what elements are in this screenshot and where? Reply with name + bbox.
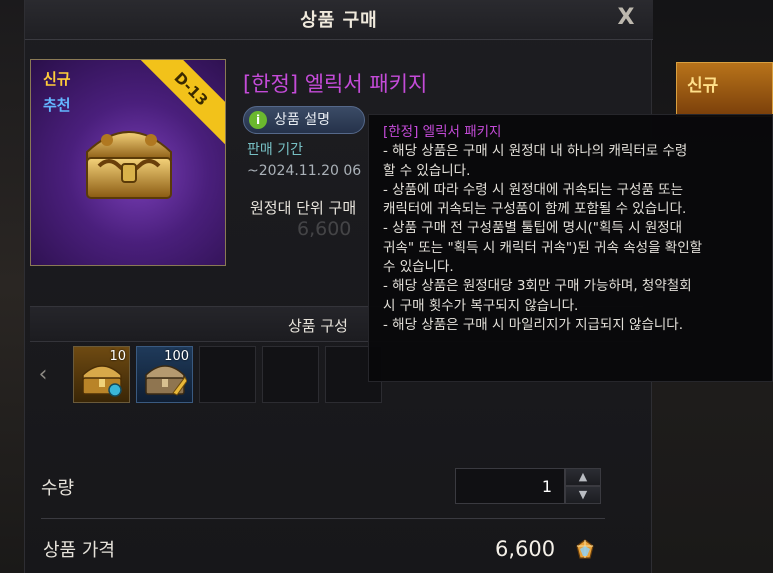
- tooltip-line: 수 있습니다.: [383, 259, 454, 276]
- price-label: 상품 가격: [43, 540, 115, 561]
- treasure-chest-with-horn-icon: [145, 365, 187, 396]
- tooltip-line: 할 수 있습니다.: [383, 162, 471, 179]
- sale-period-label: 판매 기간: [247, 142, 303, 158]
- recommended-badge: 추천: [43, 96, 71, 114]
- quantity-increase-button[interactable]: ▲: [565, 468, 601, 486]
- divider: [41, 518, 605, 519]
- background-product-card: 신규: [676, 62, 773, 117]
- composition-item-slot[interactable]: 10: [73, 346, 130, 403]
- background-card-badge: 신규: [687, 76, 719, 96]
- tooltip-title: [한정] 엘릭서 패키지: [383, 124, 502, 140]
- tooltip-line: - 해당 상품은 원정대당 3회만 구매 가능하며, 청약철회: [383, 278, 692, 295]
- product-description-label: 상품 설명: [274, 112, 330, 128]
- tooltip-line: 캐릭터에 귀속되는 구성품이 함께 포함될 수 있습니다.: [383, 201, 687, 218]
- quantity-label: 수량: [41, 478, 75, 499]
- price-value: 6,600: [495, 537, 556, 561]
- window-title: 상품 구매: [300, 10, 378, 31]
- crystal-icon: [576, 539, 594, 559]
- title-bar: 상품 구매 X: [25, 0, 653, 40]
- tooltip-line: 귀속" 또는 "획득 시 캐릭터 귀속")된 귀속 속성을 확인할: [383, 239, 703, 256]
- product-description-tooltip: [한정] 엘릭서 패키지 - 해당 상품은 구매 시 원정대 내 하나의 캐릭터…: [368, 114, 773, 382]
- treasure-chest-icon: [86, 131, 172, 199]
- prev-page-button[interactable]: ‹: [33, 362, 53, 388]
- new-badge: 신규: [43, 70, 71, 88]
- quantity-input[interactable]: [455, 468, 565, 504]
- product-image: D-13 신규 추천: [30, 59, 226, 266]
- close-button[interactable]: X: [613, 4, 639, 32]
- composition-item-slot[interactable]: 100: [136, 346, 193, 403]
- purchase-limit-text: 원정대 단위 구매: [250, 199, 357, 217]
- tooltip-line: - 상품 구매 전 구성품별 툴팁에 명시("획득 시 원정대: [383, 220, 683, 237]
- tooltip-line: - 해당 상품은 구매 시 마일리지가 지급되지 않습니다.: [383, 316, 684, 333]
- tooltip-line: - 해당 상품은 구매 시 원정대 내 하나의 캐릭터로 수령: [383, 143, 688, 160]
- tooltip-line: - 상품에 따라 수령 시 원정대에 귀속되는 구성품 또는: [383, 181, 684, 198]
- composition-title: 상품 구성: [288, 317, 348, 335]
- tooltip-line: 시 구매 횟수가 복구되지 않습니다.: [383, 297, 579, 314]
- composition-empty-slot: [262, 346, 319, 403]
- background-left-blur: [0, 0, 24, 573]
- sale-period-value: ~2024.11.20 06: [247, 163, 362, 179]
- product-name: [한정] 엘릭서 패키지: [243, 72, 428, 96]
- composition-empty-slot: [199, 346, 256, 403]
- quantity-decrease-button[interactable]: ▼: [565, 486, 601, 504]
- background-price-ghost: 6,600: [297, 218, 352, 240]
- product-description-button[interactable]: i 상품 설명: [243, 106, 365, 134]
- treasure-chest-with-potion-icon: [82, 365, 122, 397]
- info-icon: i: [249, 111, 267, 129]
